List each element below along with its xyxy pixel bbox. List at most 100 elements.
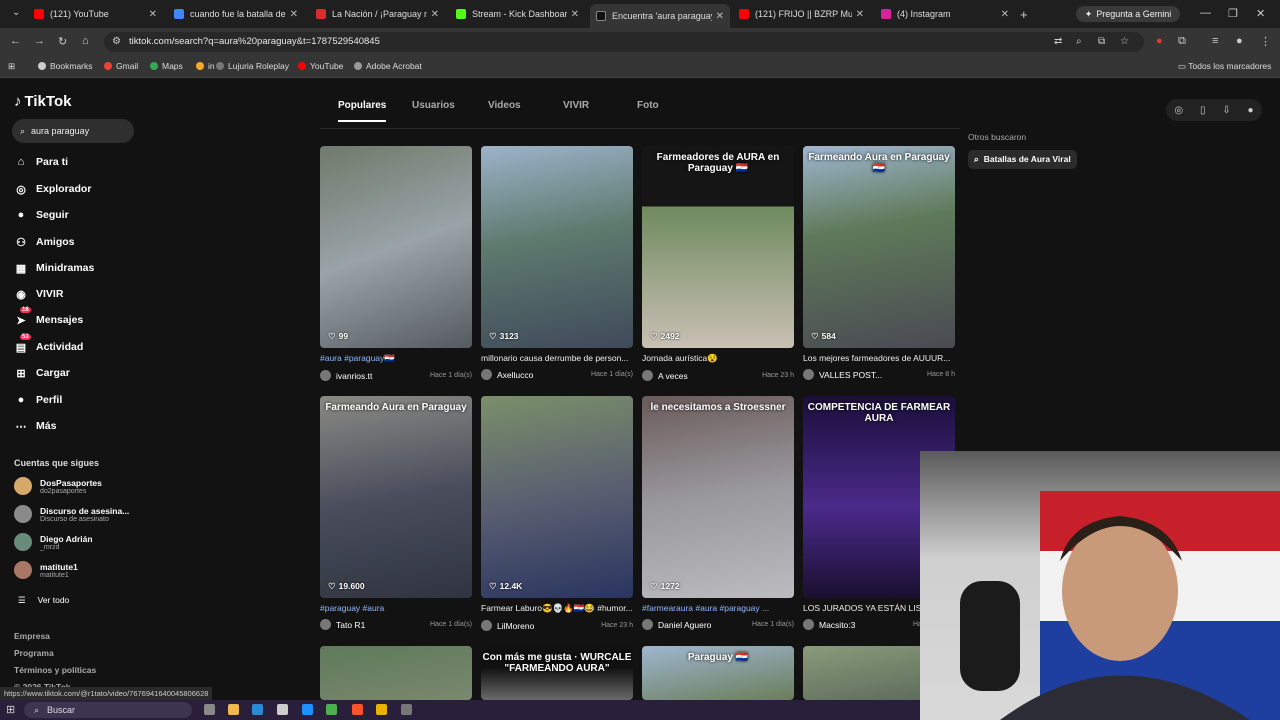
sidebar-item-mensajes[interactable]: ➤ 16 Mensajes: [14, 307, 83, 327]
video-thumbnail[interactable]: Farmeadores de AURA en Paraguay 🇵🇾 ♡ 2492: [642, 146, 794, 348]
tab-close-icon[interactable]: ✕: [1001, 9, 1009, 20]
gemini-button[interactable]: ✦ Pregunta a Gemini: [1076, 6, 1180, 22]
video-description[interactable]: #paraguay #aura: [320, 603, 472, 613]
browser-tab[interactable]: Stream - Kick Dashboard ✕: [450, 4, 585, 24]
sidebar-item-explorador[interactable]: ◎ Explorador: [14, 182, 91, 196]
outlook-icon[interactable]: [252, 704, 263, 715]
video-thumbnail[interactable]: ♡ 12.4K: [481, 396, 633, 598]
close-window-icon[interactable]: ✕: [1256, 7, 1265, 20]
video-description[interactable]: Los mejores farmeadores de AUUUR...: [803, 353, 955, 363]
sidebar-item-para-ti[interactable]: ⌂ Para ti: [14, 155, 68, 169]
video-description[interactable]: millonario causa derrumbe de person...: [481, 353, 633, 363]
tab-videos[interactable]: Videos: [488, 100, 521, 111]
following-account[interactable]: DosPasaportes do2pasaportes: [14, 477, 102, 495]
tab-vivir[interactable]: VIVIR: [563, 100, 589, 111]
user-avatar-icon[interactable]: ●: [1248, 105, 1254, 116]
device-icon[interactable]: ▯: [1200, 105, 1206, 116]
author-name[interactable]: Tato R1: [336, 620, 430, 630]
browser-tab[interactable]: (4) Instagram ✕: [875, 4, 1015, 24]
bookmark-star-icon[interactable]: ☆: [1120, 36, 1129, 47]
omnibox[interactable]: ⚙ tiktok.com/search?q=aura%20paraguay&t=…: [104, 32, 1144, 52]
tab-populares[interactable]: Populares: [338, 100, 387, 122]
new-tab-icon[interactable]: +: [1020, 7, 1028, 22]
tab-search-icon[interactable]: ⌄: [12, 7, 20, 18]
bookmark-item[interactable]: Maps: [150, 61, 183, 71]
extension-icon[interactable]: ●: [1156, 35, 1163, 47]
video-thumbnail[interactable]: ♡ 3123: [481, 146, 633, 348]
video-thumbnail[interactable]: le necesitamos a Stroessner ♡ 1272: [642, 396, 794, 598]
sidebar-item-cargar[interactable]: ⊞ Cargar: [14, 366, 69, 380]
video-card[interactable]: le necesitamos a Stroessner ♡ 1272 #farmear…: [642, 396, 794, 630]
video-thumbnail[interactable]: ♡ 99: [320, 146, 472, 348]
tab-close-icon[interactable]: ✕: [856, 9, 864, 20]
video-description[interactable]: #farmearaura #aura #paraguay ...: [642, 603, 794, 613]
author-name[interactable]: Macsito:3: [819, 620, 913, 630]
see-all-link[interactable]: ☰ Ver todo: [18, 595, 69, 606]
video-card[interactable]: ♡ 12.4K Farmear Laburo😎💀🔥🇵🇾😂 #humor... LilM…: [481, 396, 633, 631]
browser-menu-icon[interactable]: ⋮: [1260, 35, 1271, 48]
forward-icon[interactable]: →: [34, 35, 45, 47]
browser-tab[interactable]: (121) YouTube ✕: [28, 4, 163, 24]
video-description[interactable]: Farmear Laburo😎💀🔥🇵🇾😂 #humor...: [481, 603, 633, 614]
video-card[interactable]: Farmeando Aura en Paraguay 🇵🇾 ♡ 584 Los mej…: [803, 146, 955, 380]
video-thumbnail[interactable]: Paraguay 🇵🇾: [642, 646, 794, 700]
video-card[interactable]: Farmeando Aura en Paraguay ♡ 19.600 #paragu…: [320, 396, 472, 630]
tiktok-logo[interactable]: ♪ TikTok: [14, 93, 71, 110]
video-card[interactable]: ♡ 3123 millonario causa derrumbe de person…: [481, 146, 633, 380]
search-input[interactable]: ⌕ aura paraguay: [12, 119, 134, 143]
home-icon[interactable]: ⌂: [82, 35, 89, 47]
extensions-puzzle-icon[interactable]: ⧉: [1178, 35, 1186, 48]
author-name[interactable]: A veces: [658, 371, 762, 381]
browser-tab[interactable]: La Nación / ¡Paraguay no ✕: [310, 4, 445, 24]
footer-link[interactable]: Términos y políticas: [14, 665, 96, 675]
bookmark-item[interactable]: YouTube: [298, 61, 343, 71]
video-thumbnail[interactable]: [320, 646, 472, 700]
video-card[interactable]: Con más me gusta · WURCALE "FARMEANDO AU…: [481, 646, 633, 700]
tab-close-icon[interactable]: ✕: [149, 9, 157, 20]
notepad-icon[interactable]: [277, 704, 288, 715]
sidebar-item-vivir[interactable]: ◉ VIVIR: [14, 287, 63, 301]
video-card[interactable]: [320, 646, 472, 700]
video-card[interactable]: Paraguay 🇵🇾: [642, 646, 794, 700]
tab-usuarios[interactable]: Usuarios: [412, 100, 455, 111]
minimize-icon[interactable]: —: [1200, 7, 1211, 19]
sidebar-item-m-s[interactable]: ⋯ Más: [14, 419, 57, 433]
sidebar-item-seguir[interactable]: ● Seguir: [14, 208, 69, 222]
task-view-icon[interactable]: [204, 704, 215, 715]
video-card[interactable]: ♡ 99 #aura #paraguay🇵🇾 ivanrios.tt Hace 1 dí…: [320, 146, 472, 381]
video-thumbnail[interactable]: Farmeando Aura en Paraguay 🇵🇾 ♡ 584: [803, 146, 955, 348]
video-thumbnail[interactable]: Farmeando Aura en Paraguay ♡ 19.600: [320, 396, 472, 598]
author-name[interactable]: LilMoreno: [497, 621, 601, 631]
bookmark-item[interactable]: in: [196, 61, 215, 71]
bookmark-item[interactable]: Lujuria Roleplay: [216, 61, 289, 71]
brave-icon[interactable]: [352, 704, 363, 715]
translate-icon[interactable]: ⇄: [1054, 36, 1062, 47]
file-explorer-icon[interactable]: [228, 704, 239, 715]
url-text[interactable]: tiktok.com/search?q=aura%20paraguay&t=17…: [129, 36, 380, 47]
video-thumbnail[interactable]: Con más me gusta · WURCALE "FARMEANDO AU…: [481, 646, 633, 700]
install-icon[interactable]: ⧉: [1098, 36, 1105, 47]
bookmark-item[interactable]: Gmail: [104, 61, 138, 71]
browser-tab[interactable]: (121) FRIJO || BZRP Music ✕: [733, 4, 870, 24]
author-name[interactable]: Axellucco: [497, 370, 591, 380]
tab-close-icon[interactable]: ✕: [716, 11, 724, 22]
apps-grid-icon[interactable]: ⊞: [8, 61, 15, 72]
footer-link[interactable]: Empresa: [14, 631, 50, 641]
tab-foto[interactable]: Foto: [637, 100, 659, 111]
all-bookmarks-link[interactable]: ▭ Todos los marcadores: [1178, 61, 1271, 72]
site-info-icon[interactable]: ⚙: [112, 36, 121, 47]
video-description[interactable]: #aura #paraguay🇵🇾: [320, 353, 472, 364]
browser-tab[interactable]: cuando fue la batalla de a ✕: [168, 4, 304, 24]
sidebar-item-perfil[interactable]: ● Perfil: [14, 393, 63, 407]
back-icon[interactable]: ←: [10, 35, 21, 47]
bookmark-item[interactable]: Adobe Acrobat: [354, 61, 422, 71]
profile-avatar-icon[interactable]: ●: [1236, 35, 1243, 47]
following-account[interactable]: Discurso de asesina... Discurso de asesin…: [14, 505, 129, 523]
following-account[interactable]: Diego Adrián _mrzd: [14, 533, 93, 551]
tab-close-icon[interactable]: ✕: [431, 9, 439, 20]
bookmark-item[interactable]: Bookmarks: [38, 61, 93, 71]
maximize-icon[interactable]: ❐: [1228, 7, 1238, 20]
footer-link[interactable]: Programa: [14, 648, 54, 658]
download-icon[interactable]: ⇩: [1222, 105, 1230, 116]
media-icon[interactable]: ≡: [1212, 35, 1218, 47]
